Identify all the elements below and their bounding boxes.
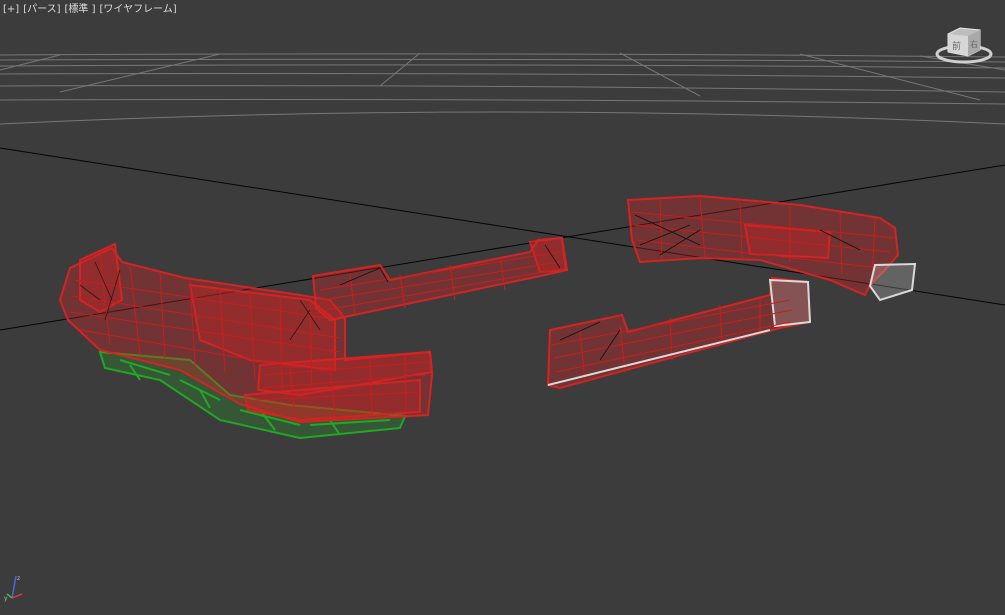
viewport-shading-mode-menu[interactable]: [ワイヤフレーム] [99, 3, 176, 17]
viewcube-front-label: 前 [952, 40, 961, 52]
viewport-perspective[interactable]: [+] [パース] [標準 ] [ワイヤフレーム] 前 右 z y [0, 0, 1005, 615]
side-skirt-right[interactable] [546, 276, 812, 390]
viewport-plus-menu[interactable]: [+] [3, 3, 19, 17]
home-grid [0, 52, 1005, 125]
viewcube-icon[interactable]: 前 右 [934, 24, 994, 66]
viewcube-right-label: 右 [970, 39, 978, 49]
viewport-view-menu[interactable]: [パース] [23, 3, 60, 17]
svg-text:y: y [4, 595, 8, 602]
viewport-shading-standard-menu[interactable]: [標準 ] [65, 3, 96, 17]
side-skirt-left[interactable] [311, 236, 569, 322]
scene-canvas[interactable] [0, 0, 1005, 615]
viewport-label-menu: [+] [パース] [標準 ] [ワイヤフレーム] [3, 3, 177, 17]
svg-text:z: z [17, 575, 20, 582]
axis-tripod-icon: z y [4, 572, 26, 602]
